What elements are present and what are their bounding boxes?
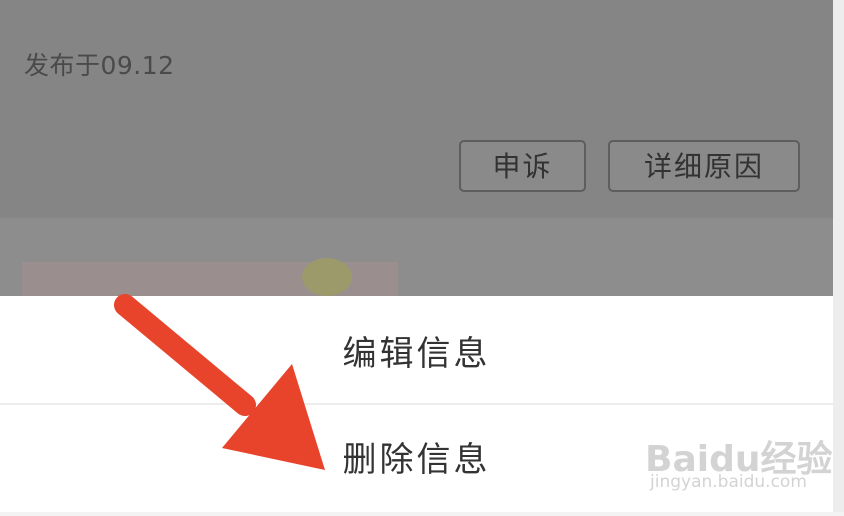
background-screen-dimmed: 发布于09.12 申诉 详细原因	[0, 0, 833, 296]
scrollbar-track	[833, 0, 844, 512]
baidu-watermark-url: jingyan.baidu.com	[650, 472, 807, 492]
appeal-button[interactable]: 申诉	[459, 140, 586, 192]
thumbnail-decoration	[302, 258, 352, 296]
edit-info-option[interactable]: 编辑信息	[0, 296, 833, 404]
publish-date: 发布于09.12	[24, 51, 175, 80]
detail-reason-button[interactable]: 详细原因	[608, 140, 800, 192]
